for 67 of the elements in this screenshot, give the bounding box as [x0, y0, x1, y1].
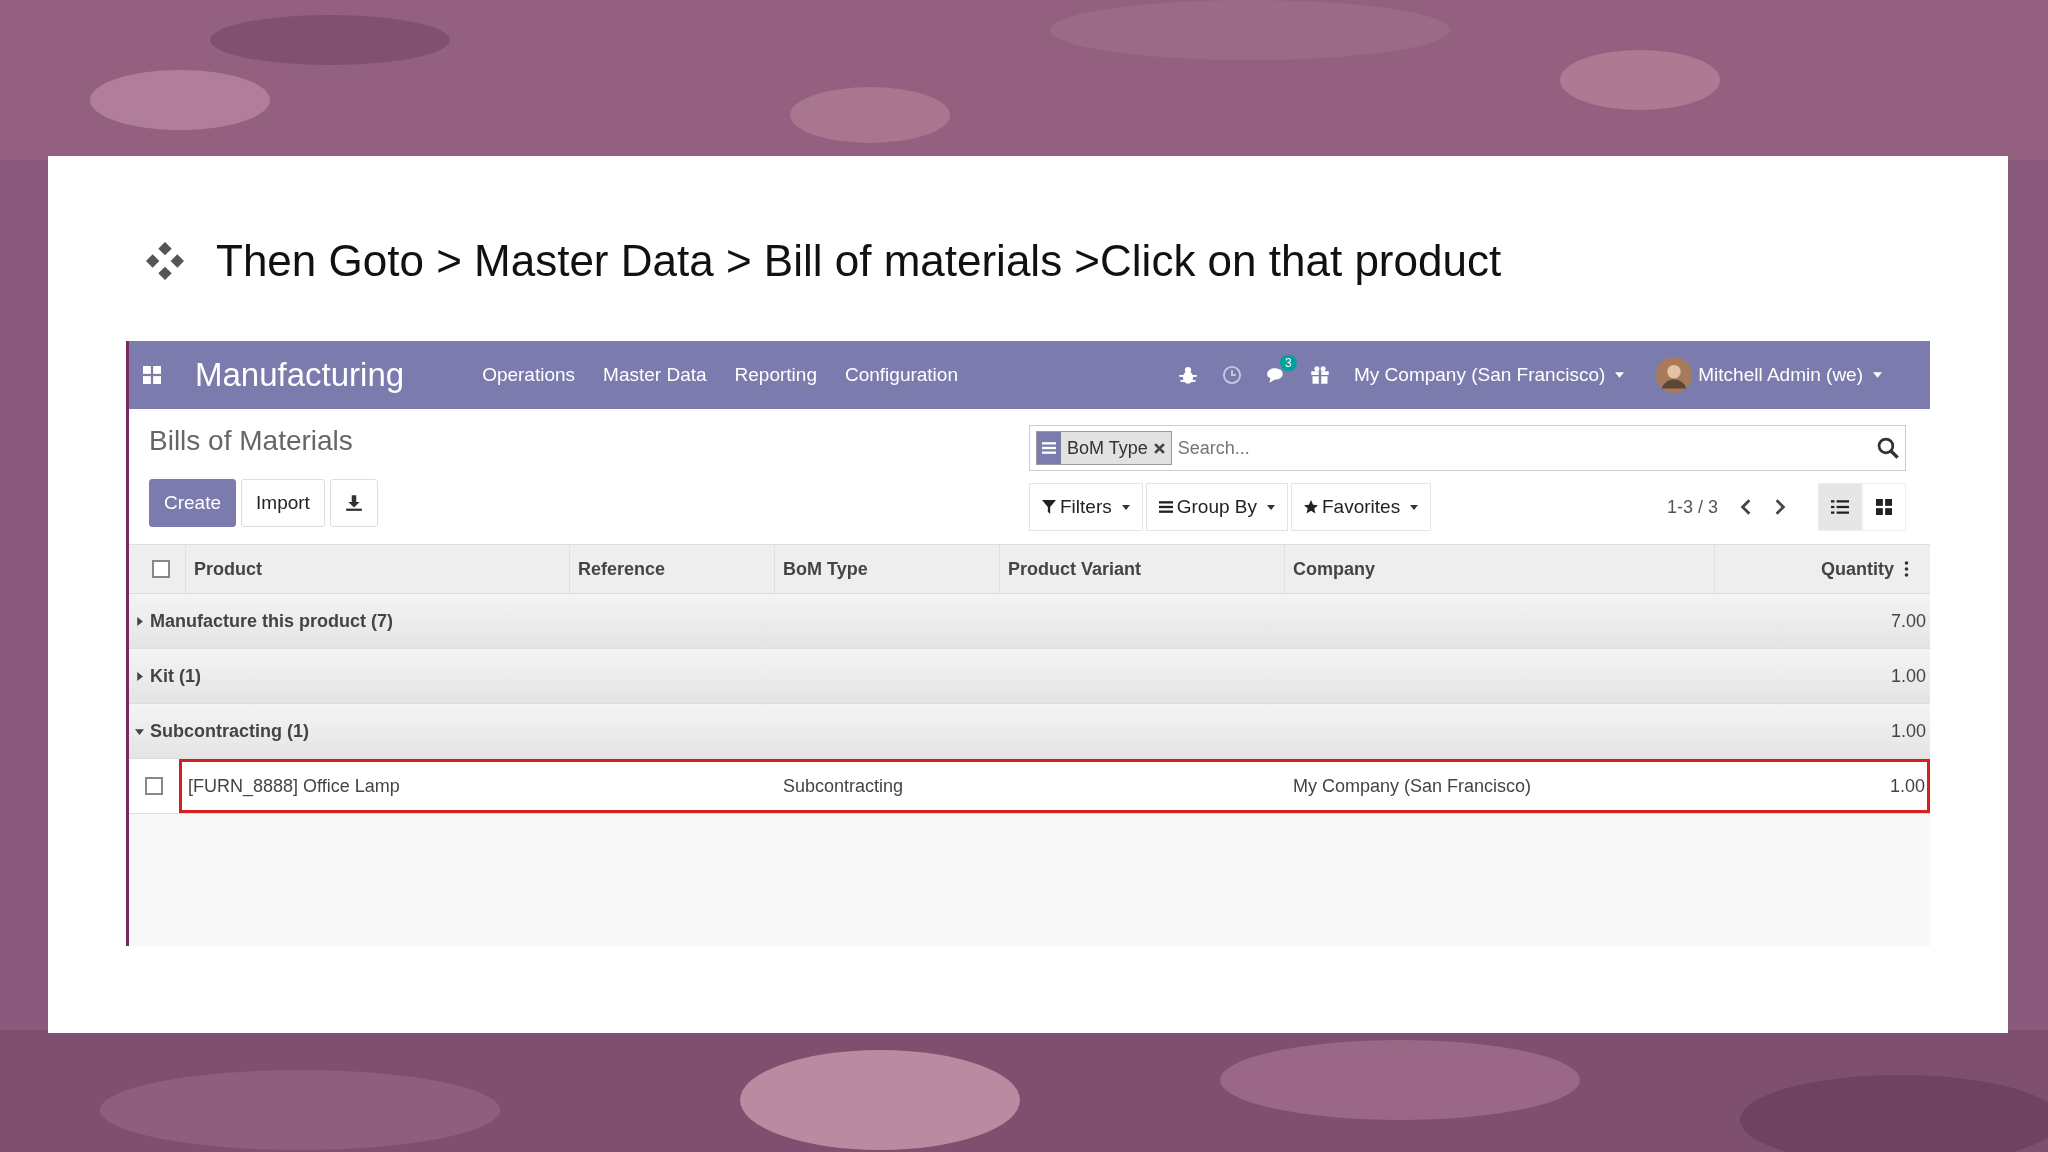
group-row[interactable]: Kit (1) 1.00	[129, 649, 1930, 704]
group-quantity: 1.00	[1890, 720, 1926, 742]
favorites-dropdown[interactable]: Favorites	[1291, 483, 1432, 531]
pager-value: 1-3 / 3	[1666, 496, 1718, 518]
download-icon	[344, 494, 363, 512]
caret-icon	[1615, 372, 1625, 378]
group-by-dropdown[interactable]: Group By	[1145, 483, 1288, 531]
select-all-checkbox[interactable]	[152, 560, 170, 578]
list-icon	[1831, 499, 1849, 515]
caret-icon	[1410, 504, 1419, 510]
caret-icon	[1873, 372, 1882, 378]
group-row[interactable]: Manufacture this product (7) 7.00	[129, 594, 1930, 649]
column-header[interactable]: Quantity	[1714, 545, 1904, 593]
filter-facet[interactable]: BoM Type	[1036, 431, 1172, 465]
search-icon[interactable]	[1877, 437, 1899, 459]
app-name[interactable]: Manufacturing	[195, 356, 405, 394]
menu-item[interactable]: Reporting	[734, 364, 817, 386]
column-header[interactable]: Company	[1284, 545, 1714, 593]
list-view-button[interactable]	[1818, 483, 1862, 531]
previous-icon[interactable]	[1740, 498, 1752, 516]
table-cell-text: [FURN_8888] Office Lamp	[187, 775, 401, 797]
menu-item[interactable]: Configuration	[844, 364, 958, 386]
grid-icon	[1875, 499, 1893, 515]
column-options-icon[interactable]	[1904, 561, 1909, 577]
facet-label: BoM Type	[1066, 437, 1149, 459]
group-label: Subcontracting (1)	[150, 720, 310, 742]
avatar-icon[interactable]	[1656, 357, 1693, 393]
search-field[interactable]: BoM Type Search...	[1029, 425, 1906, 471]
caret-icon	[1267, 504, 1275, 510]
star-icon	[1304, 500, 1318, 514]
group-quantity: 1.00	[1890, 665, 1926, 687]
table-cell-text: My Company (San Francisco)	[1292, 775, 1533, 797]
group-quantity: 7.00	[1890, 610, 1926, 632]
download-button[interactable]	[329, 479, 378, 527]
group-row[interactable]: Subcontracting (1) 1.00	[129, 704, 1930, 759]
row-checkbox[interactable]	[145, 777, 163, 795]
bug-icon[interactable]	[1178, 365, 1198, 385]
table-cell-text: 1.00	[1888, 775, 1926, 797]
message-count-badge: 3	[1280, 355, 1297, 371]
list-icon	[1158, 500, 1173, 514]
column-header[interactable]: BoM Type	[774, 545, 999, 593]
column-header[interactable]: Product Variant	[999, 545, 1284, 593]
chat-icon[interactable]	[1266, 365, 1286, 385]
menu-item[interactable]: Operations	[482, 364, 576, 386]
import-button[interactable]: Import	[241, 479, 325, 527]
menu-item[interactable]: Master Data	[603, 364, 707, 386]
group-label: Manufacture this product (7)	[150, 610, 394, 632]
apps-menu-icon[interactable]	[143, 366, 161, 384]
column-header[interactable]: Reference	[569, 545, 774, 593]
user-menu[interactable]: Mitchell Admin (we)	[1698, 364, 1863, 386]
caret-icon	[1121, 504, 1130, 510]
remove-icon[interactable]	[1153, 442, 1165, 454]
bullet-icon	[146, 242, 184, 280]
record-row[interactable]: [FURN_8888] Office Lamp Subcontracting My Company (San Francisco) 1.00	[179, 759, 1930, 813]
create-button[interactable]: Create	[149, 479, 237, 527]
group-label: Kit (1)	[150, 665, 202, 687]
filters-dropdown[interactable]: Filters	[1029, 483, 1143, 531]
gift-icon[interactable]	[1310, 365, 1330, 385]
kanban-view-button[interactable]	[1862, 483, 1906, 531]
list-icon	[1042, 441, 1056, 455]
company-switcher[interactable]: My Company (San Francisco)	[1354, 364, 1606, 386]
next-icon[interactable]	[1774, 498, 1786, 516]
funnel-icon	[1042, 500, 1056, 514]
instruction-text: Then Goto > Master Data > Bill of materials >Click on that product	[216, 236, 1502, 286]
column-header[interactable]: Product	[185, 545, 569, 593]
table-cell-text: Subcontracting	[782, 775, 905, 797]
page-title: Bills of Materials	[149, 425, 354, 457]
